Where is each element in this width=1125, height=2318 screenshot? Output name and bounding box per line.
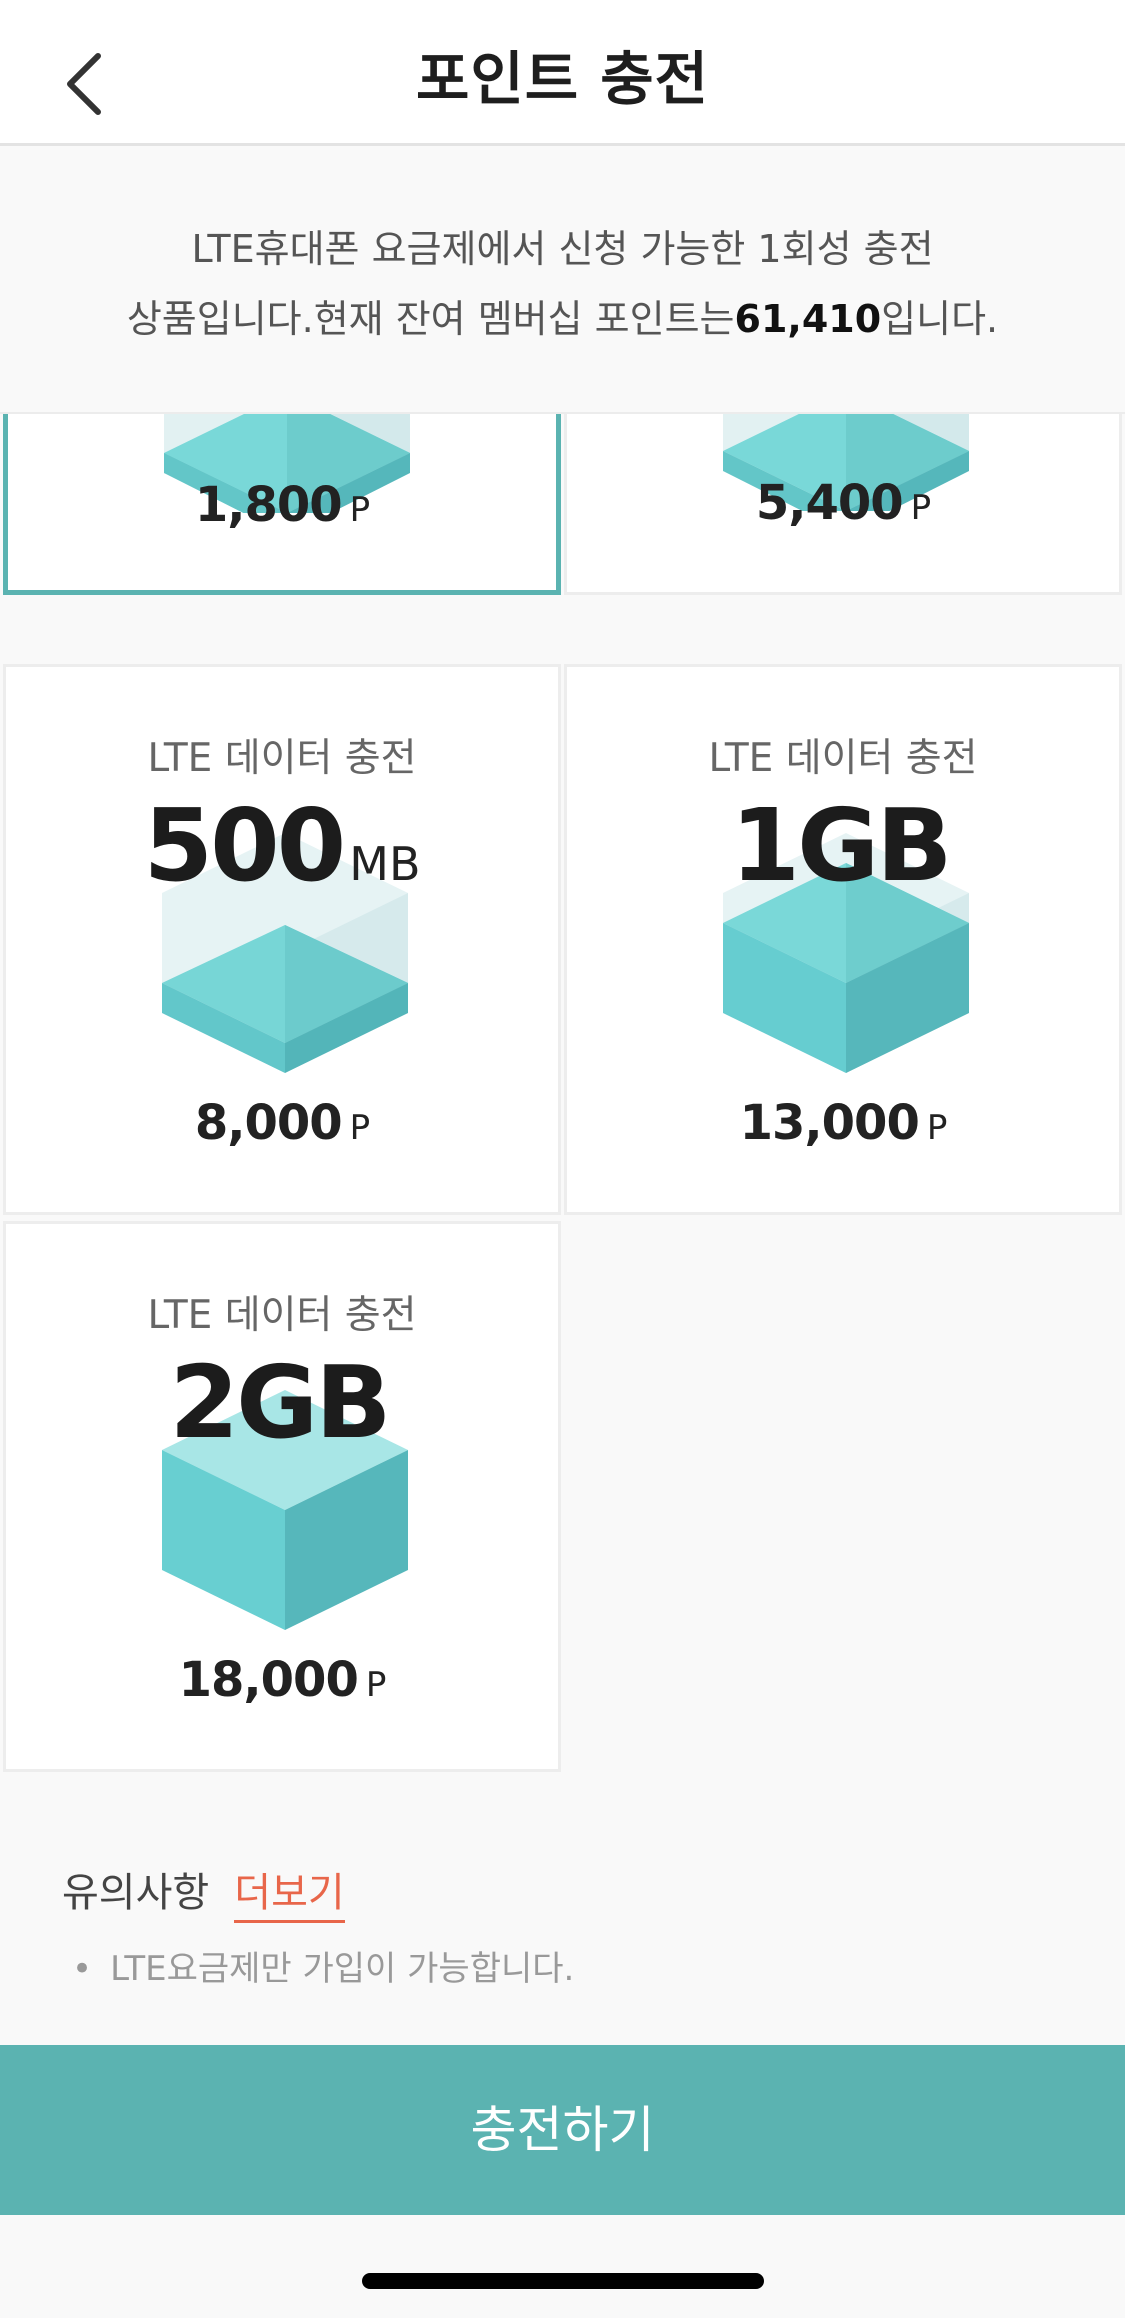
intro-line-2: 상품입니다.현재 잔여 멤버십 포인트는61,410입니다. [0, 284, 1125, 354]
size-value: 1GB [730, 787, 953, 904]
price-value: 1,800 [194, 477, 343, 533]
price-value: 13,000 [739, 1095, 920, 1151]
more-link[interactable]: 더보기 [234, 1860, 345, 1923]
charge-button[interactable]: 충전하기 [0, 2045, 1125, 2215]
price-unit: P [926, 1108, 947, 1148]
product-card-1gb[interactable]: LTE 데이터 충전 1GB 13,000 P [564, 664, 1122, 1215]
product-size: 1GB [567, 787, 1119, 904]
app-header: 포인트 충전 [0, 0, 1125, 146]
price-unit: P [365, 1665, 386, 1705]
product-price: 18,000 P [6, 1652, 558, 1708]
price-unit: P [910, 488, 931, 528]
product-label: LTE 데이터 충전 [708, 736, 978, 781]
product-label: LTE 데이터 충전 [147, 736, 417, 781]
notice-section: 유의사항 더보기 • LTE요금제만 가입이 가능합니다. [62, 1860, 574, 1990]
price-unit: P [349, 1108, 370, 1148]
intro-line-1: LTE휴대폰 요금제에서 신청 가능한 1회성 충전 [191, 227, 934, 271]
product-price: 1,800 P [8, 477, 556, 533]
size-value: 500 [143, 787, 347, 904]
size-unit: MB [349, 837, 421, 891]
product-size: 500 MB [6, 787, 558, 904]
product-card-5400[interactable]: 5,400 P [564, 414, 1122, 595]
intro-line-2-prefix: 상품입니다.현재 잔여 멤버십 포인트는 [126, 297, 735, 341]
points-balance: 61,410 [734, 297, 882, 341]
intro-banner: LTE휴대폰 요금제에서 신청 가능한 1회성 충전 상품입니다.현재 잔여 멤… [0, 146, 1125, 414]
notice-title: 유의사항 [62, 1870, 210, 1916]
price-value: 5,400 [755, 475, 904, 531]
size-value: 2GB [169, 1344, 392, 1461]
product-price: 8,000 P [6, 1095, 558, 1151]
price-value: 18,000 [178, 1652, 359, 1708]
product-price: 13,000 P [567, 1095, 1119, 1151]
product-size: 2GB [6, 1344, 558, 1461]
product-card-500mb[interactable]: LTE 데이터 충전 500 MB 8,000 P [3, 664, 561, 1215]
product-label: LTE 데이터 충전 [147, 1293, 417, 1338]
page-title: 포인트 충전 [416, 45, 709, 113]
home-indicator[interactable] [362, 2273, 764, 2289]
product-grid[interactable]: 1,800 P 5,400 P LTE 데이터 충전 500 MB 8,000 … [0, 414, 1125, 1778]
product-card-1800[interactable]: 1,800 P [3, 414, 561, 595]
bullet-icon: • [72, 1949, 93, 1989]
price-unit: P [349, 490, 370, 530]
notice-item-text: LTE요금제만 가입이 가능합니다. [110, 1949, 575, 1989]
product-card-2gb[interactable]: LTE 데이터 충전 2GB 18,000 P [3, 1221, 561, 1772]
price-value: 8,000 [194, 1095, 343, 1151]
product-price: 5,400 P [567, 475, 1119, 531]
notice-item: • LTE요금제만 가입이 가능합니다. [72, 1941, 574, 1990]
intro-line-2-suffix: 입니다. [881, 297, 999, 341]
